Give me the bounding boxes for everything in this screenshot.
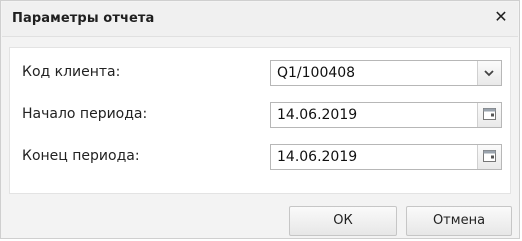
calendar-icon xyxy=(483,150,496,162)
datepicker-trigger[interactable] xyxy=(477,145,501,169)
calendar-icon xyxy=(483,108,496,120)
client-code-label: Код клиента: xyxy=(22,64,121,80)
client-code-value: Q1/100408 xyxy=(277,65,356,81)
client-code-combobox[interactable]: Q1/100408 xyxy=(270,60,502,86)
dialog-titlebar: Параметры отчета ✕ xyxy=(2,2,518,37)
cancel-button[interactable]: Отмена xyxy=(406,206,512,236)
report-params-dialog: Параметры отчета ✕ Код клиента: Q1/10040… xyxy=(0,0,520,239)
client-code-row: Код клиента: Q1/100408 xyxy=(10,57,510,87)
dropdown-trigger[interactable] xyxy=(477,61,501,85)
period-start-value: 14.06.2019 xyxy=(277,107,358,123)
datepicker-trigger[interactable] xyxy=(477,103,501,127)
close-icon[interactable]: ✕ xyxy=(492,8,510,26)
period-end-value: 14.06.2019 xyxy=(277,149,358,165)
dialog-body: Код клиента: Q1/100408 Начало периода: 1… xyxy=(9,47,511,194)
period-end-datefield[interactable]: 14.06.2019 xyxy=(270,144,502,170)
period-end-label: Конец периода: xyxy=(22,148,140,164)
chevron-down-icon xyxy=(484,70,494,77)
dialog-title: Параметры отчета xyxy=(12,11,155,26)
dialog-footer: ОК Отмена xyxy=(1,201,519,239)
ok-button[interactable]: ОК xyxy=(289,206,397,236)
period-start-row: Начало периода: 14.06.2019 xyxy=(10,99,510,129)
period-start-datefield[interactable]: 14.06.2019 xyxy=(270,102,502,128)
period-end-row: Конец периода: 14.06.2019 xyxy=(10,141,510,171)
period-start-label: Начало периода: xyxy=(22,106,148,122)
